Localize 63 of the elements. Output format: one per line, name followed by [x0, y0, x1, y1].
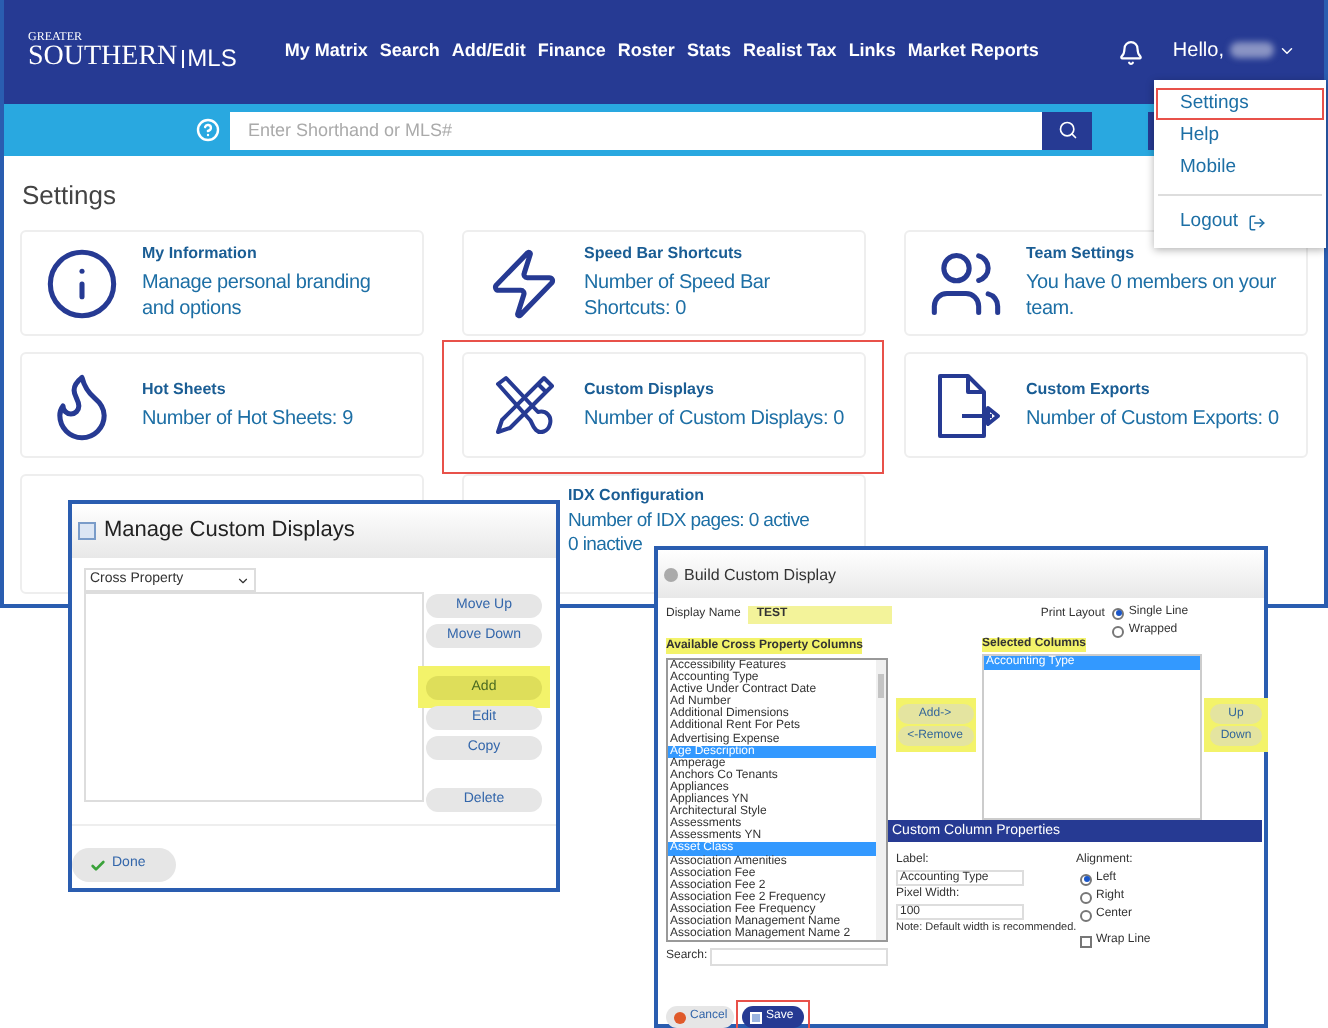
card-description: Number of Custom Displays: 0: [584, 405, 845, 431]
card-title[interactable]: Hot Sheets: [142, 379, 353, 399]
greeting: Hello,: [1172, 37, 1224, 65]
logo-suffix: MLS: [187, 46, 237, 70]
settings-card[interactable]: Team Settings You have 0 members on your team.: [904, 230, 1308, 336]
nav-link[interactable]: Links: [848, 38, 896, 66]
logout-icon: [1248, 213, 1267, 231]
scrollbar[interactable]: [876, 660, 886, 940]
settings-card[interactable]: My Information Manage personal branding and options: [20, 230, 424, 336]
window-icon: [78, 522, 96, 540]
card-description: Manage personal branding: [142, 270, 371, 296]
menu-item[interactable]: Help: [1156, 120, 1324, 152]
radio-button[interactable]: [1112, 607, 1125, 619]
dialog-title: Manage Custom Displays: [104, 516, 355, 547]
card-description: Number of Speed Bar: [584, 270, 770, 296]
radio-button[interactable]: [1112, 625, 1125, 637]
card-title[interactable]: Speed Bar Shortcuts: [584, 244, 770, 264]
card-description: You have 0 members on your: [1026, 270, 1277, 296]
card-description: Number of Custom Exports: 0: [1026, 405, 1279, 431]
logo-text: SOUTHERN: [28, 44, 178, 72]
cancel-icon: [674, 1011, 686, 1023]
radio-button[interactable]: [1080, 909, 1092, 921]
nav-link[interactable]: Search: [379, 38, 440, 66]
card-title[interactable]: Custom Displays: [584, 379, 845, 399]
search-field[interactable]: [709, 948, 888, 966]
menu-item[interactable]: Mobile: [1156, 152, 1324, 184]
menu-item[interactable]: Settings: [1156, 88, 1324, 120]
settings-card[interactable]: Custom Exports Number of Custom Exports: 0: [904, 352, 1308, 458]
info-icon: [44, 245, 120, 321]
nav-link[interactable]: Market Reports: [907, 38, 1039, 66]
settings-card[interactable]: Hot Sheets Number of Hot Sheets: 9: [20, 352, 424, 458]
card-description: team.: [1026, 296, 1075, 322]
card-title[interactable]: Custom Exports: [1026, 379, 1279, 399]
search-field[interactable]: Enter Shorthand or MLS#: [230, 111, 1042, 149]
settings-card[interactable]: Speed Bar Shortcuts Number of Speed Bar Shortcuts: 0: [462, 230, 866, 336]
dialog-title: Build Custom Display: [684, 567, 837, 581]
card-title[interactable]: My Information: [142, 244, 371, 264]
card-description: 0 inactive: [568, 534, 643, 558]
available-columns-list[interactable]: [666, 658, 888, 942]
settings-card[interactable]: Custom Displays Number of Custom Displays: 0: [462, 352, 866, 458]
card-description: Number of IDX pages: 0 active: [568, 510, 810, 534]
card-title[interactable]: IDX Configuration: [568, 486, 704, 506]
search-button[interactable]: [1042, 111, 1092, 149]
nav-link[interactable]: Stats: [686, 38, 731, 66]
nav-link[interactable]: My Matrix: [284, 38, 368, 66]
card-description: and options: [142, 296, 242, 322]
blurred-name: [1230, 42, 1274, 58]
search-icon: [1057, 120, 1077, 140]
checkbox[interactable]: [1080, 935, 1092, 947]
card-description: Shortcuts: 0: [584, 296, 686, 322]
chevron-icon: [236, 573, 250, 587]
nav-link[interactable]: Roster: [617, 38, 675, 66]
nav-link[interactable]: Add/Edit: [451, 38, 526, 66]
radio-button[interactable]: [1080, 873, 1092, 885]
radio-button[interactable]: [1080, 891, 1092, 903]
nav-link[interactable]: Finance: [537, 38, 606, 66]
card-description: Number of Hot Sheets: 9: [142, 405, 353, 431]
nav-link[interactable]: Realist Tax: [742, 38, 837, 66]
bell-icon[interactable]: [1118, 39, 1145, 65]
help-icon[interactable]: [196, 118, 220, 142]
check-icon: [90, 857, 106, 873]
card-title[interactable]: Team Settings: [1026, 244, 1277, 264]
page-title: Settings: [22, 180, 116, 210]
